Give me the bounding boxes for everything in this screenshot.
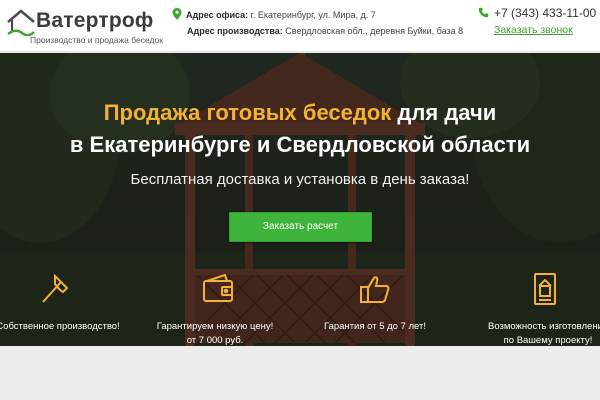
phone-number[interactable]: +7 (343) 433-11-00 bbox=[478, 6, 596, 20]
feature-4-line2: по Вашему проекту! bbox=[503, 335, 593, 346]
feature-3-line1: Гарантия от 5 до 7 лет! bbox=[323, 321, 427, 332]
order-calculation-button[interactable]: Заказать расчет bbox=[229, 212, 372, 242]
feature-1: Собственное производство! bbox=[0, 320, 128, 334]
site-header: Ватертроф Производство и продажа беседок… bbox=[0, 0, 600, 52]
feature-4: Возможность изготовления по Вашему проек… bbox=[478, 320, 600, 346]
feature-2: Гарантируем низкую цену! от 7 000 руб. bbox=[145, 320, 285, 346]
office-address-value: г. Екатеринбург, ул. Мира, д. 7 bbox=[250, 10, 376, 20]
map-pin-icon bbox=[172, 8, 182, 20]
wallet-icon bbox=[203, 273, 233, 302]
production-address: Адрес производства: Свердловская обл., д… bbox=[187, 26, 463, 36]
callback-link[interactable]: Заказать звонок bbox=[494, 24, 573, 36]
hero-headline: Продажа готовых беседок для дачи в Екате… bbox=[0, 97, 600, 161]
page-below-hero bbox=[0, 346, 600, 400]
logo[interactable]: Ватертроф Производство и продажа беседок bbox=[6, 4, 166, 46]
axe-icon bbox=[42, 273, 69, 303]
house-roof-logo-icon bbox=[7, 9, 35, 36]
phone-icon bbox=[478, 7, 489, 18]
headline-rest: для дачи bbox=[391, 100, 497, 125]
headline-accent: Продажа готовых беседок bbox=[103, 100, 392, 125]
logo-subtitle: Производство и продажа беседок bbox=[30, 35, 163, 45]
production-address-label: Адрес производства: bbox=[187, 26, 283, 36]
feature-2-line1: Гарантируем низкую цену! bbox=[156, 321, 274, 332]
thumbs-up-icon bbox=[360, 276, 390, 303]
production-address-value: Свердловская обл., деревня Буйки, база 8 bbox=[285, 26, 464, 36]
feature-1-line1: Собственное производство! bbox=[0, 321, 120, 332]
office-address: Адрес офиса: г. Екатеринбург, ул. Мира, … bbox=[172, 8, 376, 20]
hero-section: Продажа готовых беседок для дачи в Екате… bbox=[0, 53, 600, 346]
feature-3: Гарантия от 5 до 7 лет! bbox=[305, 320, 445, 334]
office-address-label: Адрес офиса: bbox=[186, 10, 249, 20]
blueprint-icon bbox=[534, 273, 556, 305]
phone-number-text: +7 (343) 433-11-00 bbox=[494, 6, 597, 20]
hero-subline: Бесплатная доставка и установка в день з… bbox=[130, 171, 470, 188]
feature-2-line2: от 7 000 руб. bbox=[186, 335, 244, 346]
headline-line2: в Екатеринбурге и Свердловской области bbox=[69, 132, 531, 157]
phone-block: +7 (343) 433-11-00 Заказать звонок bbox=[478, 6, 596, 36]
logo-title: Ватертроф bbox=[36, 9, 154, 32]
feature-4-line1: Возможность изготовления bbox=[487, 321, 600, 332]
